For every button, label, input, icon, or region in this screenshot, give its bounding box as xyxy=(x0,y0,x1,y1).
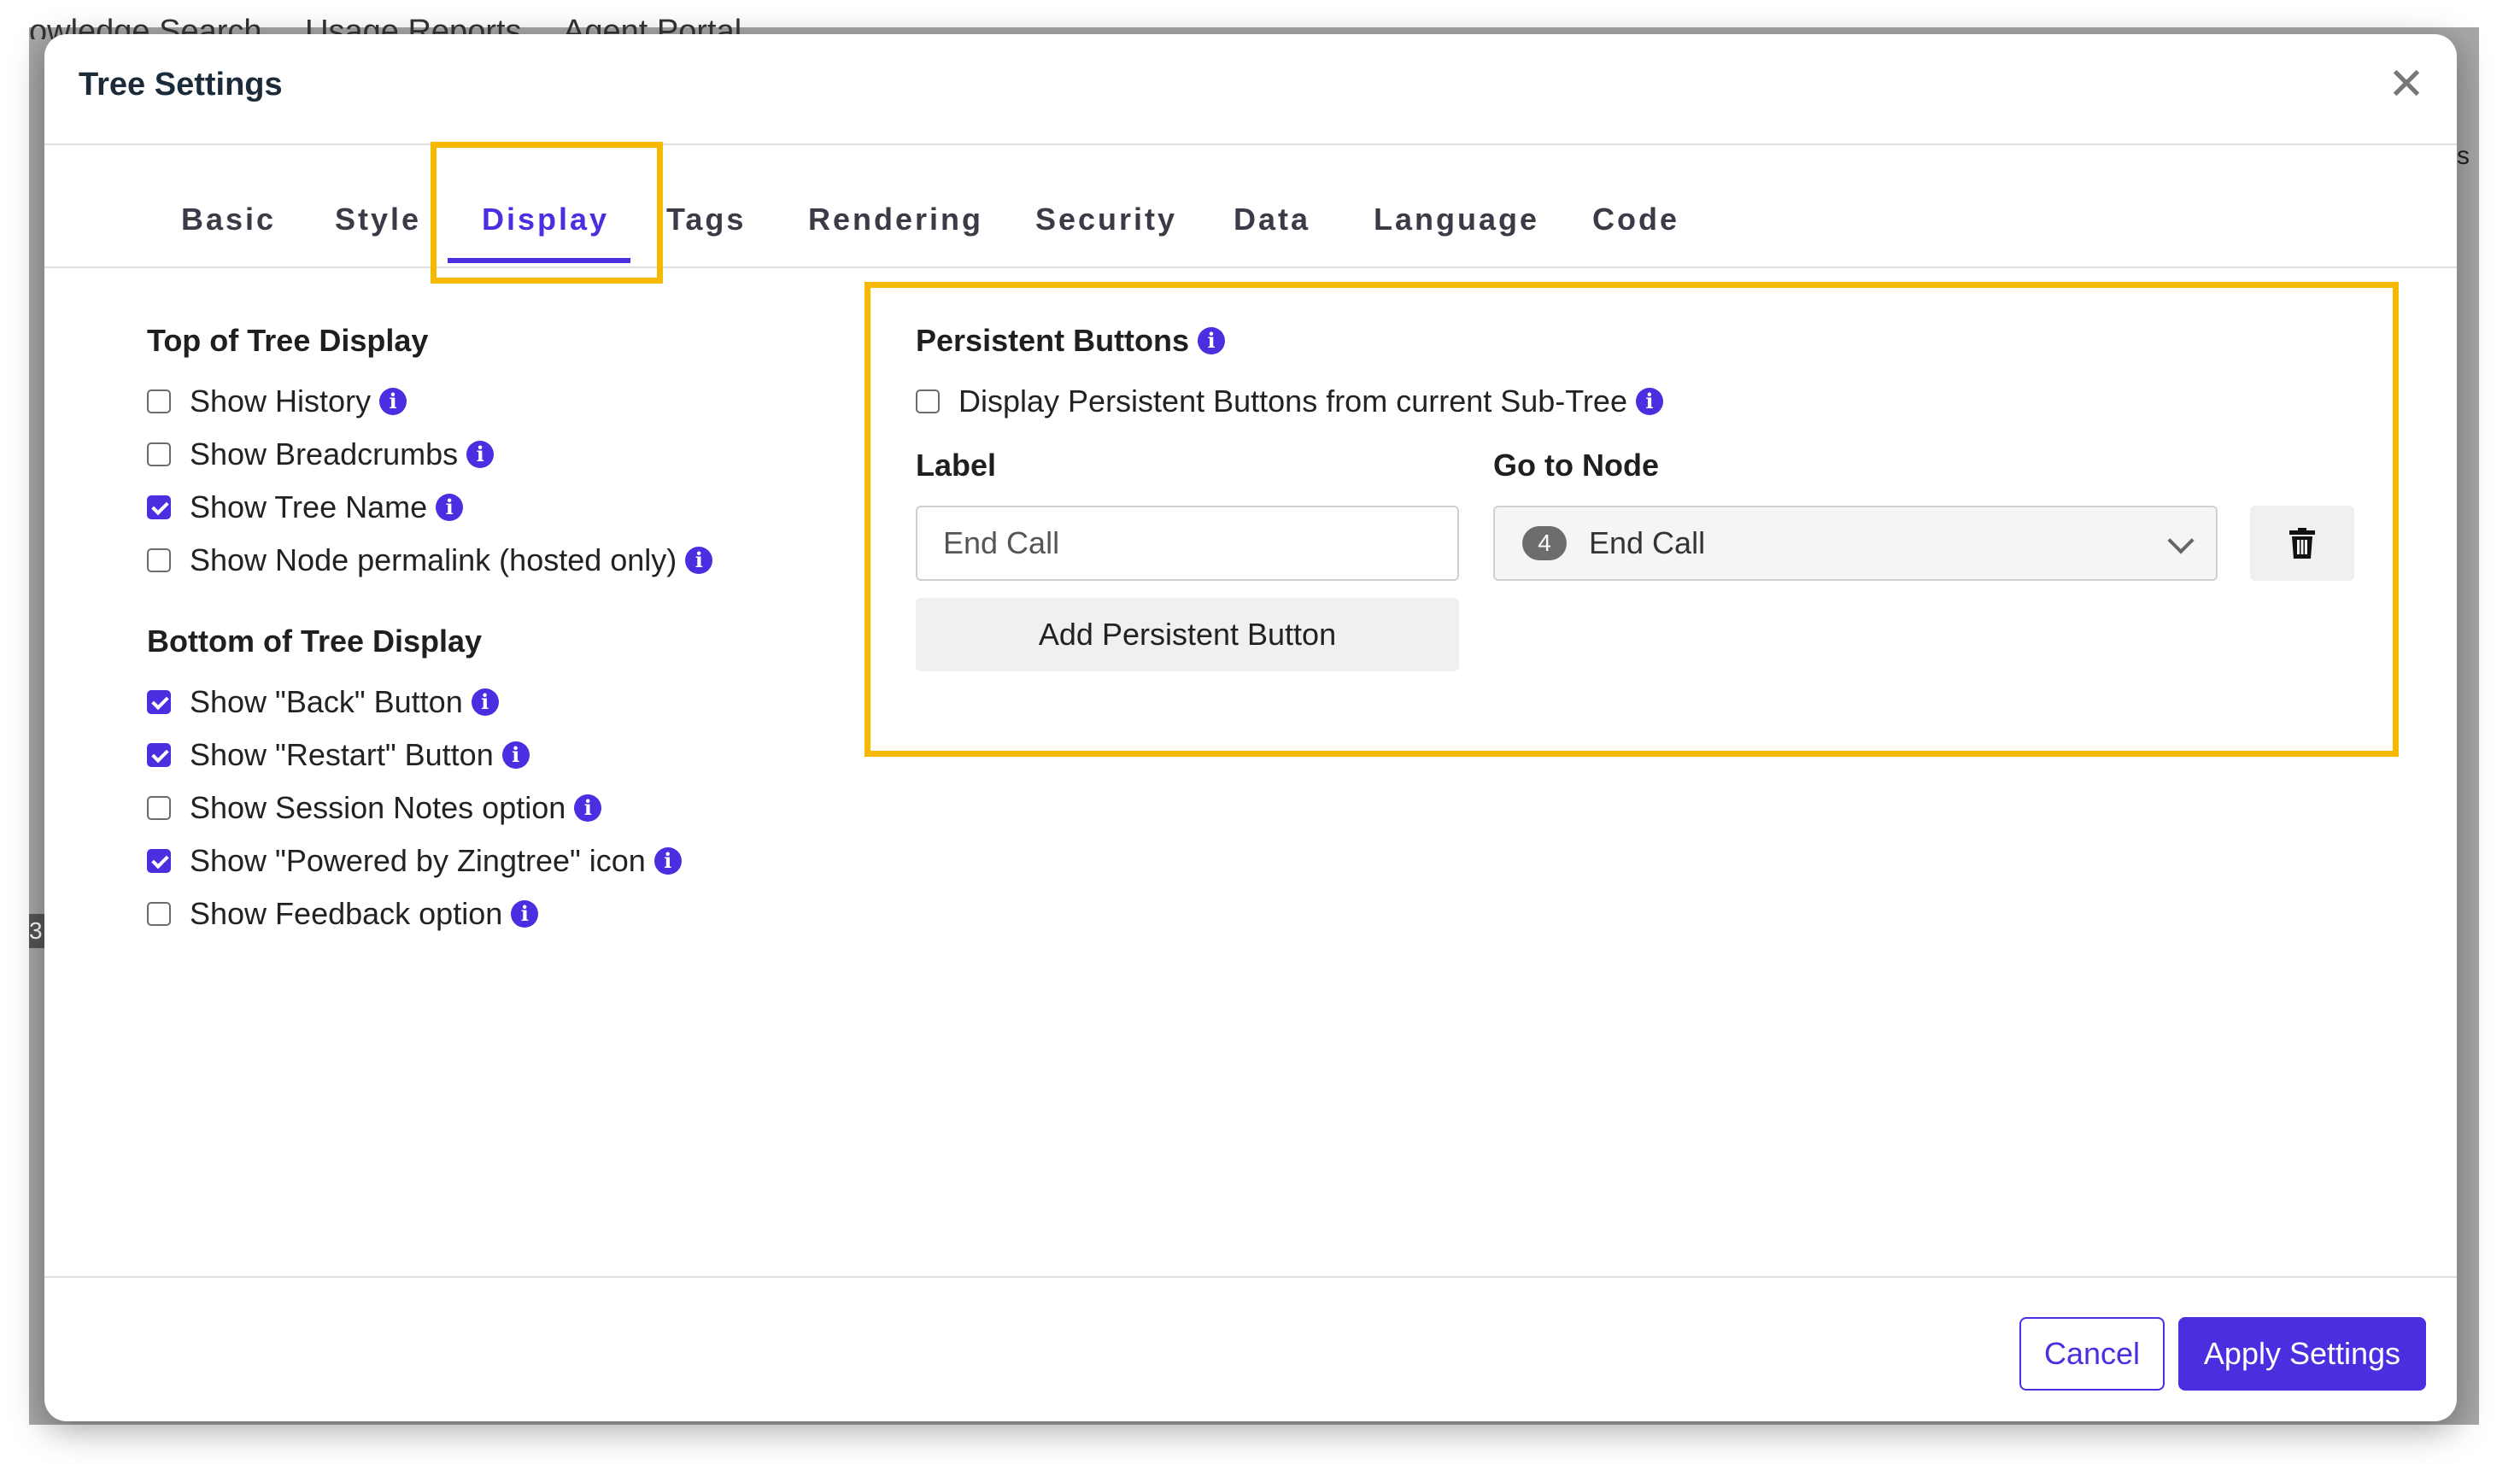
option-label: Display Persistent Buttons from current … xyxy=(958,384,1627,419)
info-icon[interactable]: i xyxy=(1635,388,1663,415)
info-icon[interactable]: i xyxy=(471,688,499,716)
option-label: Show History xyxy=(190,384,372,419)
checkbox[interactable] xyxy=(916,389,940,413)
option-label: Show Breadcrumbs xyxy=(190,436,459,471)
option-show-restart-button[interactable]: Show "Restart" Button i xyxy=(147,736,530,774)
tab-basic[interactable]: Basic xyxy=(181,202,276,237)
checkbox[interactable] xyxy=(147,442,171,466)
go-to-node-select[interactable]: 4 End Call xyxy=(1493,506,2218,581)
checkbox[interactable] xyxy=(147,902,171,926)
bg-number: 3 xyxy=(29,914,46,948)
checkbox[interactable] xyxy=(147,743,171,767)
bg-fragment: s xyxy=(2457,142,2470,170)
header-divider xyxy=(44,143,2457,145)
close-icon[interactable]: ✕ xyxy=(2385,62,2428,107)
info-icon[interactable]: i xyxy=(501,741,530,769)
info-icon[interactable]: i xyxy=(653,847,682,875)
tab-code[interactable]: Code xyxy=(1592,202,1679,237)
top-display-title: Top of Tree Display xyxy=(147,323,429,358)
info-icon[interactable]: i xyxy=(574,794,602,822)
option-show-feedback[interactable]: Show Feedback option i xyxy=(147,895,539,933)
trash-icon xyxy=(2289,528,2315,559)
tab-tags[interactable]: Tags xyxy=(666,202,746,237)
option-show-powered-by[interactable]: Show "Powered by Zingtree" icon i xyxy=(147,842,682,880)
persistent-buttons-title: Persistent Buttons xyxy=(916,323,1190,358)
tab-language[interactable]: Language xyxy=(1374,202,1539,237)
option-show-tree-name[interactable]: Show Tree Name i xyxy=(147,489,464,526)
tab-security[interactable]: Security xyxy=(1035,202,1177,237)
info-icon[interactable]: i xyxy=(466,441,495,468)
highlight-box-tab xyxy=(431,142,663,284)
option-label: Show "Powered by Zingtree" icon xyxy=(190,843,646,878)
add-persistent-button[interactable]: Add Persistent Button xyxy=(916,598,1459,671)
checkbox[interactable] xyxy=(147,389,171,413)
persistent-label-input[interactable]: End Call xyxy=(916,506,1459,581)
node-select-value: End Call xyxy=(1589,525,1706,560)
option-label: Show Session Notes option xyxy=(190,790,566,825)
modal-title: Tree Settings xyxy=(79,67,283,102)
checkbox[interactable] xyxy=(147,690,171,714)
checkbox[interactable] xyxy=(147,548,171,572)
chevron-down-icon xyxy=(2167,527,2195,554)
checkbox[interactable] xyxy=(147,849,171,873)
node-column-header: Go to Node xyxy=(1493,448,1659,483)
delete-button[interactable] xyxy=(2250,506,2354,581)
option-label: Show Tree Name xyxy=(190,489,428,524)
info-icon[interactable]: i xyxy=(1198,327,1226,354)
option-label: Show Feedback option xyxy=(190,896,503,931)
tree-settings-modal: Tree Settings ✕ Basic Style Display Tags… xyxy=(44,34,2457,1421)
option-label: Show "Restart" Button xyxy=(190,737,494,772)
cancel-button[interactable]: Cancel xyxy=(2019,1317,2165,1391)
apply-settings-button[interactable]: Apply Settings xyxy=(2178,1317,2426,1391)
option-label: Show Node permalink (hosted only) xyxy=(190,542,677,577)
label-column-header: Label xyxy=(916,448,997,483)
info-icon[interactable]: i xyxy=(436,494,464,521)
info-icon[interactable]: i xyxy=(685,547,713,574)
option-show-back-button[interactable]: Show "Back" Button i xyxy=(147,683,499,721)
checkbox[interactable] xyxy=(147,796,171,820)
option-show-session-notes[interactable]: Show Session Notes option i xyxy=(147,789,602,827)
option-subtree-persistent[interactable]: Display Persistent Buttons from current … xyxy=(916,383,1663,420)
option-label: Show "Back" Button xyxy=(190,684,463,719)
node-number-badge: 4 xyxy=(1522,526,1567,560)
tabs-divider xyxy=(44,266,2457,268)
checkbox[interactable] xyxy=(147,495,171,519)
option-show-breadcrumbs[interactable]: Show Breadcrumbs i xyxy=(147,436,495,473)
info-icon[interactable]: i xyxy=(379,388,407,415)
persistent-buttons-header: Persistent Buttons i xyxy=(916,323,1226,359)
tab-data[interactable]: Data xyxy=(1234,202,1310,237)
option-show-node-permalink[interactable]: Show Node permalink (hosted only) i xyxy=(147,542,713,579)
footer-divider xyxy=(44,1276,2457,1278)
tab-rendering[interactable]: Rendering xyxy=(808,202,983,237)
info-icon[interactable]: i xyxy=(511,900,539,928)
bottom-display-title: Bottom of Tree Display xyxy=(147,624,483,659)
tab-style[interactable]: Style xyxy=(335,202,421,237)
option-show-history[interactable]: Show History i xyxy=(147,383,407,420)
